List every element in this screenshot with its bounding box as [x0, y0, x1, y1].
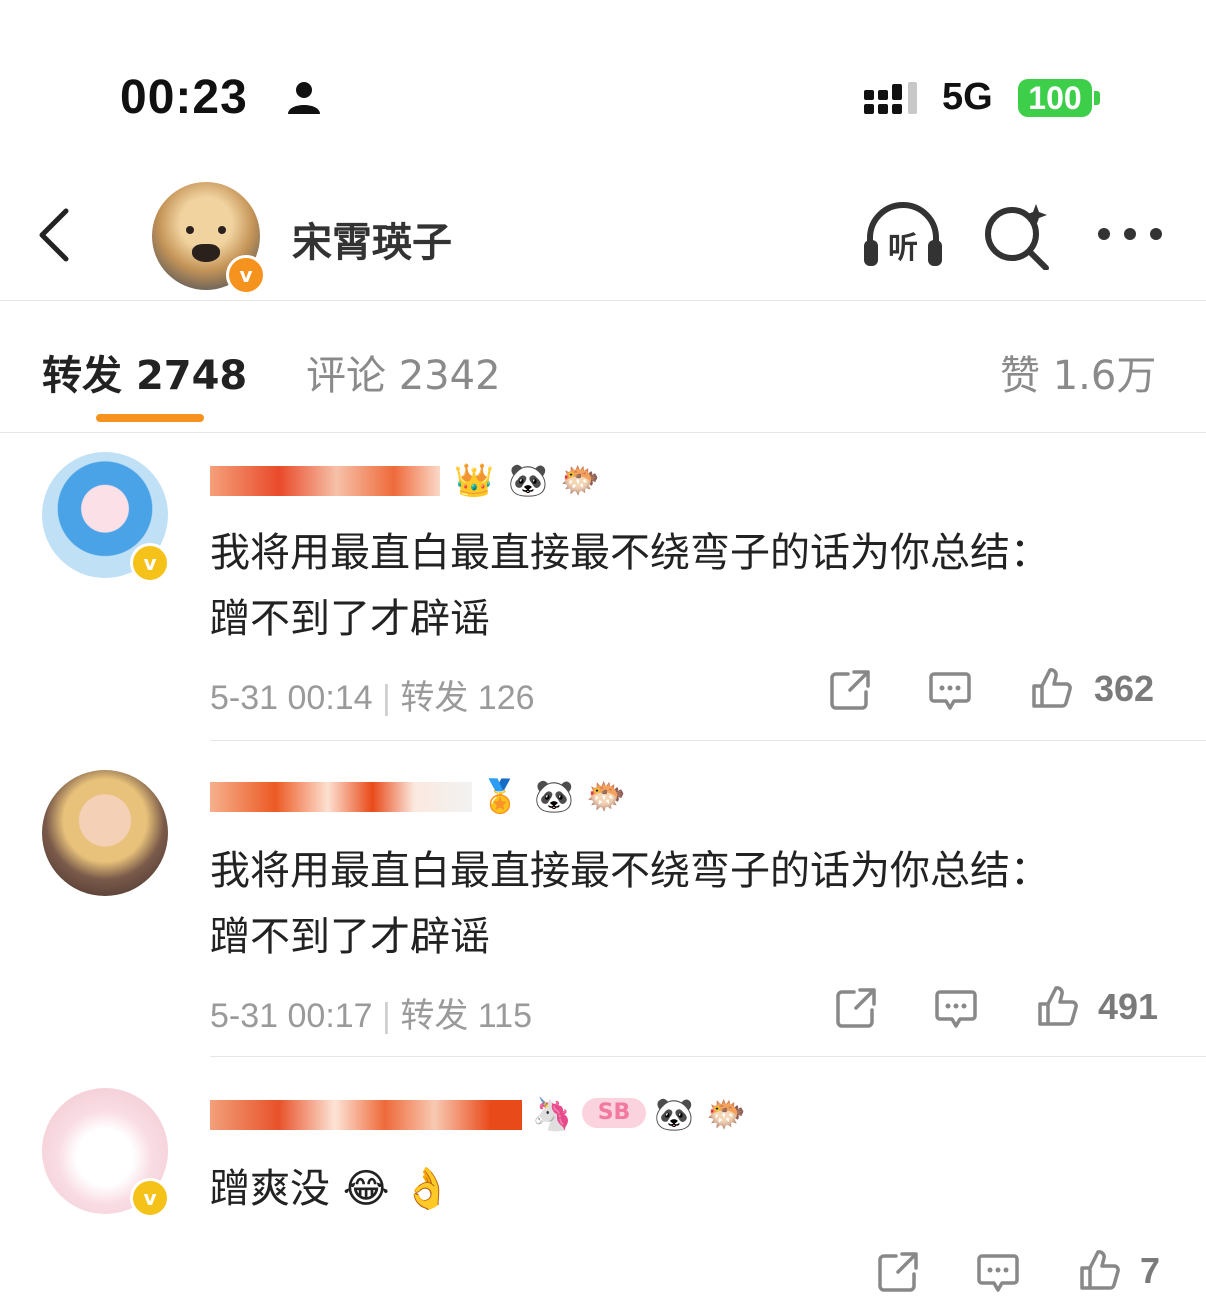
like-count: 362 — [1094, 668, 1155, 709]
laughing-emoji-icon: 😂 — [330, 1166, 403, 1212]
comment-bubble-icon[interactable] — [976, 1250, 1020, 1294]
comment-line: 我将用最直白最直接最不绕弯子的话为你总结： — [210, 848, 1050, 894]
more-options-icon[interactable] — [1096, 222, 1164, 246]
comment-meta: 5-31 00:14 | 转发 126 — [210, 679, 535, 717]
comment-line: 蹭不到了才辟谣 — [210, 914, 490, 960]
ok-hand-emoji-icon: 👌 — [402, 1166, 452, 1212]
network-type: 5G — [942, 76, 993, 118]
status-time: 00:23 — [120, 71, 248, 124]
comment-divider — [210, 1056, 1206, 1057]
signal-icon — [864, 82, 917, 114]
tab-comment-count: 2342 — [398, 353, 501, 399]
like-count: 7 — [1140, 1250, 1161, 1291]
comment-content: 蹭爽没 😂 👌 — [210, 1156, 1170, 1222]
share-icon[interactable] — [834, 986, 878, 1030]
tab-repost[interactable]: 转发 2748 — [42, 343, 247, 401]
commenter-username[interactable]: 🏅 🐼 🐡 — [210, 776, 630, 816]
panda-badge-icon: 🐼 — [508, 461, 548, 499]
share-icon[interactable] — [876, 1250, 920, 1294]
like-count: 491 — [1098, 986, 1159, 1027]
active-tab-indicator — [96, 414, 204, 422]
thumbs-up-icon[interactable] — [1030, 666, 1074, 710]
comment-date: 5-31 00:14 — [210, 679, 373, 717]
person-icon — [288, 82, 320, 114]
level-badge-icon: 🏅 — [480, 777, 520, 815]
svg-text:听: 听 — [888, 231, 918, 266]
tab-like-label: 赞 — [1000, 353, 1040, 399]
fish-badge-icon: 🐡 — [560, 461, 600, 499]
blurred-username-mosaic — [210, 1100, 522, 1130]
comment-divider — [210, 740, 1206, 741]
blurred-username-mosaic — [210, 782, 472, 812]
panda-badge-icon: 🐼 — [534, 777, 574, 815]
repost-label: 转发 — [400, 997, 469, 1035]
header-divider — [0, 300, 1206, 301]
repost-count: 115 — [477, 997, 533, 1035]
comment-bubble-icon[interactable] — [928, 668, 972, 712]
listen-headphones-icon[interactable]: 听 — [860, 200, 946, 270]
tab-like-count: 1.6万 — [1052, 353, 1157, 399]
comment-line: 蹭爽没 — [210, 1166, 330, 1212]
thumbs-up-icon[interactable] — [1036, 984, 1080, 1028]
battery-indicator: 100 — [1018, 79, 1092, 117]
comment-bubble-icon[interactable] — [934, 986, 978, 1030]
comment-meta: 5-31 00:17 | 转发 115 — [210, 997, 533, 1035]
battery-tip — [1094, 91, 1100, 105]
verified-badge: v — [130, 1178, 170, 1218]
share-icon[interactable] — [828, 668, 872, 712]
search-icon[interactable] — [982, 200, 1052, 270]
tab-repost-label: 转发 — [42, 353, 122, 399]
comment-line: 蹭不到了才辟谣 — [210, 596, 490, 642]
tabs-divider — [0, 432, 1206, 433]
commenter-username[interactable]: 👑 🐼 🐡 — [210, 460, 630, 500]
blurred-username-mosaic — [210, 466, 440, 496]
repost-count: 126 — [477, 679, 535, 717]
thumbs-up-icon[interactable] — [1078, 1248, 1122, 1292]
comment-content: 我将用最直白最直接最不绕弯子的话为你总结： 蹭不到了才辟谣 — [210, 520, 1170, 652]
panda-badge-icon: 🐼 — [654, 1095, 694, 1133]
repost-label: 转发 — [400, 679, 469, 717]
verified-badge: v — [130, 543, 170, 583]
page-title[interactable]: 宋霄瑛子 — [292, 210, 452, 268]
verified-badge: v — [226, 255, 266, 295]
commenter-username[interactable]: 🦄 SB 🐼 🐡 — [210, 1094, 770, 1134]
level-badge: SB — [582, 1098, 646, 1128]
comment-date: 5-31 00:17 — [210, 997, 373, 1035]
fish-badge-icon: 🐡 — [706, 1095, 746, 1133]
fish-badge-icon: 🐡 — [586, 777, 626, 815]
tab-repost-count: 2748 — [135, 353, 248, 399]
tab-like[interactable]: 赞 1.6万 — [1000, 343, 1156, 401]
tab-comment[interactable]: 评论 2342 — [306, 343, 501, 401]
back-arrow-icon[interactable] — [34, 205, 74, 265]
tab-comment-label: 评论 — [306, 353, 386, 399]
comment-content: 我将用最直白最直接最不绕弯子的话为你总结： 蹭不到了才辟谣 — [210, 838, 1170, 970]
comment-line: 我将用最直白最直接最不绕弯子的话为你总结： — [210, 530, 1050, 576]
commenter-avatar[interactable] — [42, 770, 168, 896]
pink-pet-badge-icon: 🦄 — [532, 1095, 572, 1133]
crown-badge-icon: 👑 — [454, 461, 494, 499]
